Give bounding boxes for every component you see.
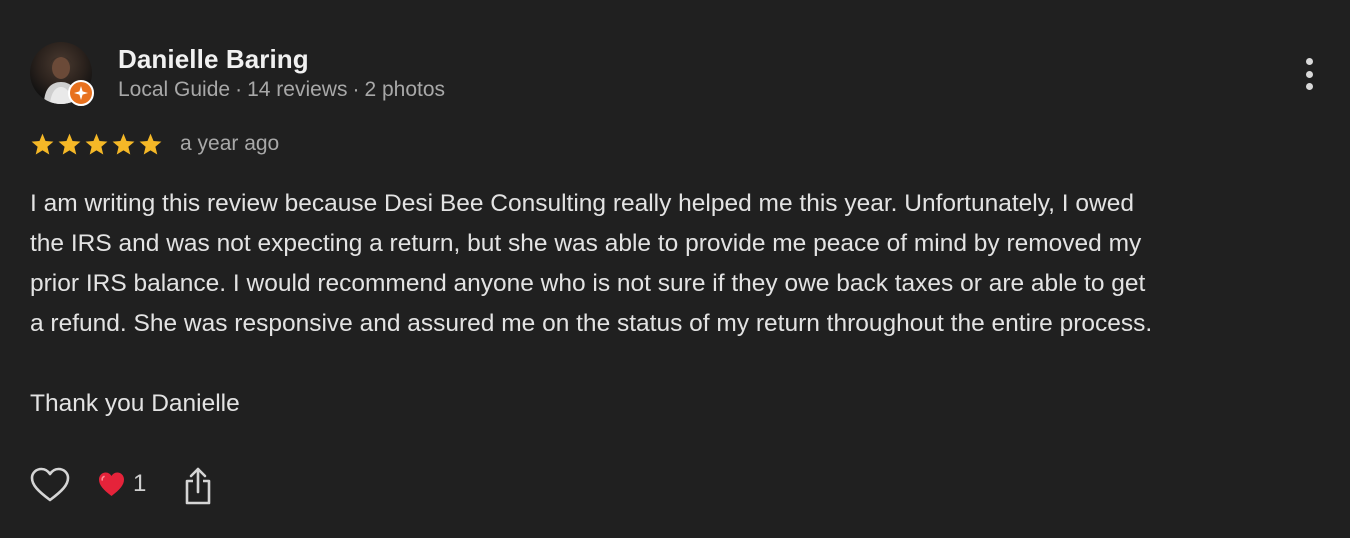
share-icon[interactable] (183, 466, 213, 506)
star-icon (112, 133, 135, 154)
review-text: I am writing this review because Desi Be… (30, 190, 1153, 337)
reviewer-name[interactable]: Danielle Baring (118, 44, 309, 75)
rating-row: a year ago (30, 130, 279, 158)
review-signoff: Thank you Danielle (30, 390, 240, 417)
dot (1305, 70, 1313, 78)
dot (1305, 58, 1313, 65)
meta-separator: · (352, 78, 360, 101)
reviewer-avatar[interactable] (30, 42, 94, 106)
dot (1305, 83, 1313, 90)
review-count: 14 reviews (247, 78, 348, 101)
reaction-summary[interactable]: 1 (98, 470, 146, 498)
star-icon (31, 133, 54, 154)
star-rating (30, 132, 163, 157)
red-heart-emoji-icon (99, 472, 124, 496)
meta-separator: · (235, 78, 243, 101)
star-icon (139, 133, 162, 154)
local-guide-label: Local Guide (118, 78, 231, 101)
review-card: Danielle Baring Local Guide · 14 reviews… (0, 0, 1350, 538)
photo-count: 2 photos (364, 78, 446, 101)
local-guide-badge-icon (68, 80, 94, 106)
more-vert-icon[interactable] (1297, 54, 1321, 94)
review-time: a year ago (180, 132, 280, 155)
reviewer-meta: Local Guide · 14 reviews · 2 photos (118, 78, 445, 102)
reaction-count: 1 (133, 470, 147, 497)
star-icon (85, 133, 108, 154)
heart-outline-icon[interactable] (30, 467, 70, 503)
star-icon (58, 133, 81, 154)
